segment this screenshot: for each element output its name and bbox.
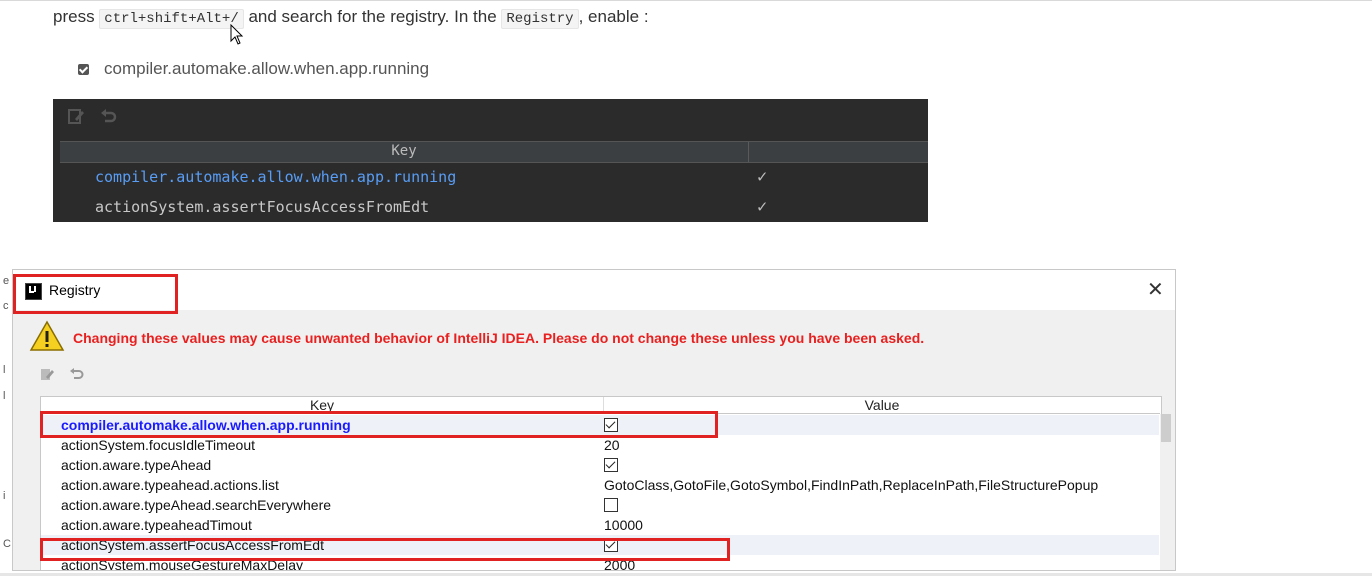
background-window-edge: eclliC (0, 270, 12, 570)
intro-text-pre: press (53, 7, 100, 26)
dark-row-key: actionSystem.assertFocusAccessFromEdt (95, 198, 430, 216)
task-list-item-label: compiler.automake.allow.when.app.running (104, 59, 430, 78)
registry-code: Registry (501, 9, 579, 29)
column-separator (748, 142, 749, 162)
warning-message: Changing these values may cause unwanted… (73, 330, 925, 346)
row-key: action.aware.typeAhead.searchEverywhere (61, 497, 332, 513)
scrollbar-thumb[interactable] (1161, 414, 1171, 442)
dark-table-row[interactable]: actionSystem.assertFocusAccessFromEdt ✓ (95, 194, 915, 220)
revert-icon[interactable] (69, 366, 85, 382)
dark-registry-panel: Key compiler.automake.allow.when.app.run… (53, 99, 928, 222)
intro-text-mid: and search for the registry. In the (243, 7, 502, 26)
dark-toolbar (67, 105, 117, 127)
edit-icon[interactable] (67, 107, 85, 125)
registry-dialog: Registry ✕ Changing these values may cau… (12, 269, 1176, 571)
row-highlight-box (40, 538, 730, 561)
row-key: action.aware.typeaheadTimout (61, 517, 252, 533)
checkmark-icon[interactable]: ✓ (757, 167, 767, 187)
checked-checkbox-icon (78, 63, 89, 75)
row-key: action.aware.typeahead.actions.list (61, 477, 279, 493)
revert-icon[interactable] (99, 107, 117, 125)
intro-paragraph: press ctrl+shift+Alt+/ and search for th… (53, 7, 649, 29)
checkmark-icon[interactable]: ✓ (757, 197, 767, 217)
mouse-cursor-icon (230, 24, 244, 45)
row-key: actionSystem.focusIdleTimeout (61, 437, 256, 453)
dialog-toolbar (39, 366, 85, 382)
row-key: action.aware.typeAhead (61, 457, 212, 473)
top-divider (0, 0, 1372, 1)
dark-row-key: compiler.automake.allow.when.app.running (95, 168, 457, 186)
row-value[interactable]: 20 (604, 437, 620, 453)
table-row[interactable]: action.aware.typeaheadTimout 10000 (41, 515, 1159, 535)
row-highlight-box (40, 411, 718, 438)
table-row[interactable]: action.aware.typeAhead.searchEverywhere (41, 495, 1159, 515)
dark-key-column-header[interactable]: Key (60, 143, 748, 159)
table-row[interactable]: actionSystem.focusIdleTimeout 20 (41, 435, 1159, 455)
row-value[interactable]: 10000 (604, 517, 643, 533)
value-checkbox[interactable] (604, 498, 618, 512)
dark-table-row[interactable]: compiler.automake.allow.when.app.running… (95, 164, 915, 190)
dialog-titlebar[interactable]: Registry ✕ (13, 270, 1175, 310)
table-row[interactable]: action.aware.typeAhead (41, 455, 1159, 475)
edit-icon[interactable] (39, 366, 55, 382)
table-row[interactable]: action.aware.typeahead.actions.list Goto… (41, 475, 1159, 495)
value-checkbox[interactable] (604, 458, 618, 472)
row-value[interactable]: GotoClass,GotoFile,GotoSymbol,FindInPath… (604, 477, 1098, 493)
title-highlight-box (13, 274, 178, 314)
dark-table-header: Key (60, 141, 928, 163)
intro-text-post: , enable : (578, 7, 649, 26)
close-icon[interactable]: ✕ (1147, 277, 1164, 302)
vertical-scrollbar[interactable] (1160, 414, 1172, 570)
task-list-item: compiler.automake.allow.when.app.running (78, 59, 429, 79)
warning-icon (29, 320, 65, 351)
row-value[interactable] (604, 457, 618, 474)
row-value[interactable] (604, 497, 618, 514)
shortcut-code: ctrl+shift+Alt+/ (99, 9, 244, 29)
